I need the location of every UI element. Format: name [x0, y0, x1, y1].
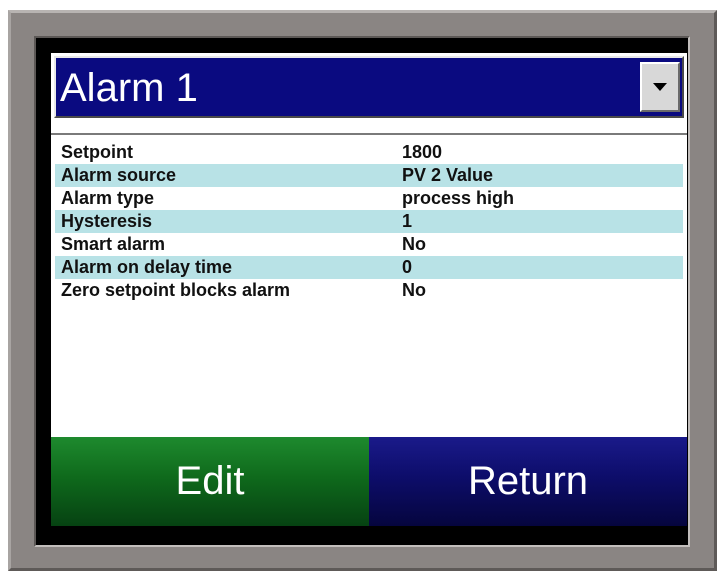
- parameter-value: 0: [402, 257, 413, 277]
- parameter-label: Smart alarm: [61, 234, 166, 254]
- parameter-label: Hysteresis: [61, 211, 153, 231]
- parameter-value: 1: [402, 211, 413, 231]
- parameter-row-setpoint[interactable]: Setpoint 1800: [55, 141, 683, 164]
- parameter-value: 1800: [402, 142, 443, 162]
- parameter-value: No: [402, 280, 426, 300]
- parameter-row-hysteresis[interactable]: Hysteresis 1: [55, 210, 683, 233]
- alarm-selector-header: Alarm 1: [51, 53, 687, 135]
- parameter-row-alarm-source[interactable]: Alarm source PV 2 Value: [55, 164, 683, 187]
- parameter-row-alarm-type[interactable]: Alarm type process high: [55, 187, 683, 210]
- screen-frame: Alarm 1 Setpoint 1800 Alarm source PV 2 …: [34, 36, 690, 547]
- chevron-down-icon: [653, 83, 667, 91]
- parameter-row-smart-alarm[interactable]: Smart alarm No: [55, 233, 683, 256]
- parameter-row-alarm-on-delay[interactable]: Alarm on delay time 0: [55, 256, 683, 279]
- dropdown-button[interactable]: [640, 62, 680, 112]
- parameter-row-zero-setpoint-blocks[interactable]: Zero setpoint blocks alarm No: [55, 279, 683, 302]
- edit-button[interactable]: Edit: [51, 437, 369, 526]
- parameter-label: Zero setpoint blocks alarm: [61, 280, 291, 300]
- alarm-select-dropdown[interactable]: Alarm 1: [54, 56, 684, 118]
- touch-screen: Alarm 1 Setpoint 1800 Alarm source PV 2 …: [51, 53, 687, 526]
- parameter-label: Alarm source: [61, 165, 177, 185]
- parameter-value: No: [402, 234, 426, 254]
- parameter-label: Alarm on delay time: [61, 257, 233, 277]
- parameter-value: process high: [402, 188, 515, 208]
- device-bezel: Alarm 1 Setpoint 1800 Alarm source PV 2 …: [8, 10, 717, 571]
- return-button[interactable]: Return: [369, 437, 687, 526]
- parameter-label: Setpoint: [61, 142, 133, 162]
- parameter-table: Setpoint 1800 Alarm source PV 2 Value Al…: [55, 141, 683, 302]
- parameter-label: Alarm type: [61, 188, 155, 208]
- alarm-title: Alarm 1: [60, 66, 198, 110]
- parameter-value: PV 2 Value: [402, 165, 494, 185]
- header-divider: [51, 133, 687, 135]
